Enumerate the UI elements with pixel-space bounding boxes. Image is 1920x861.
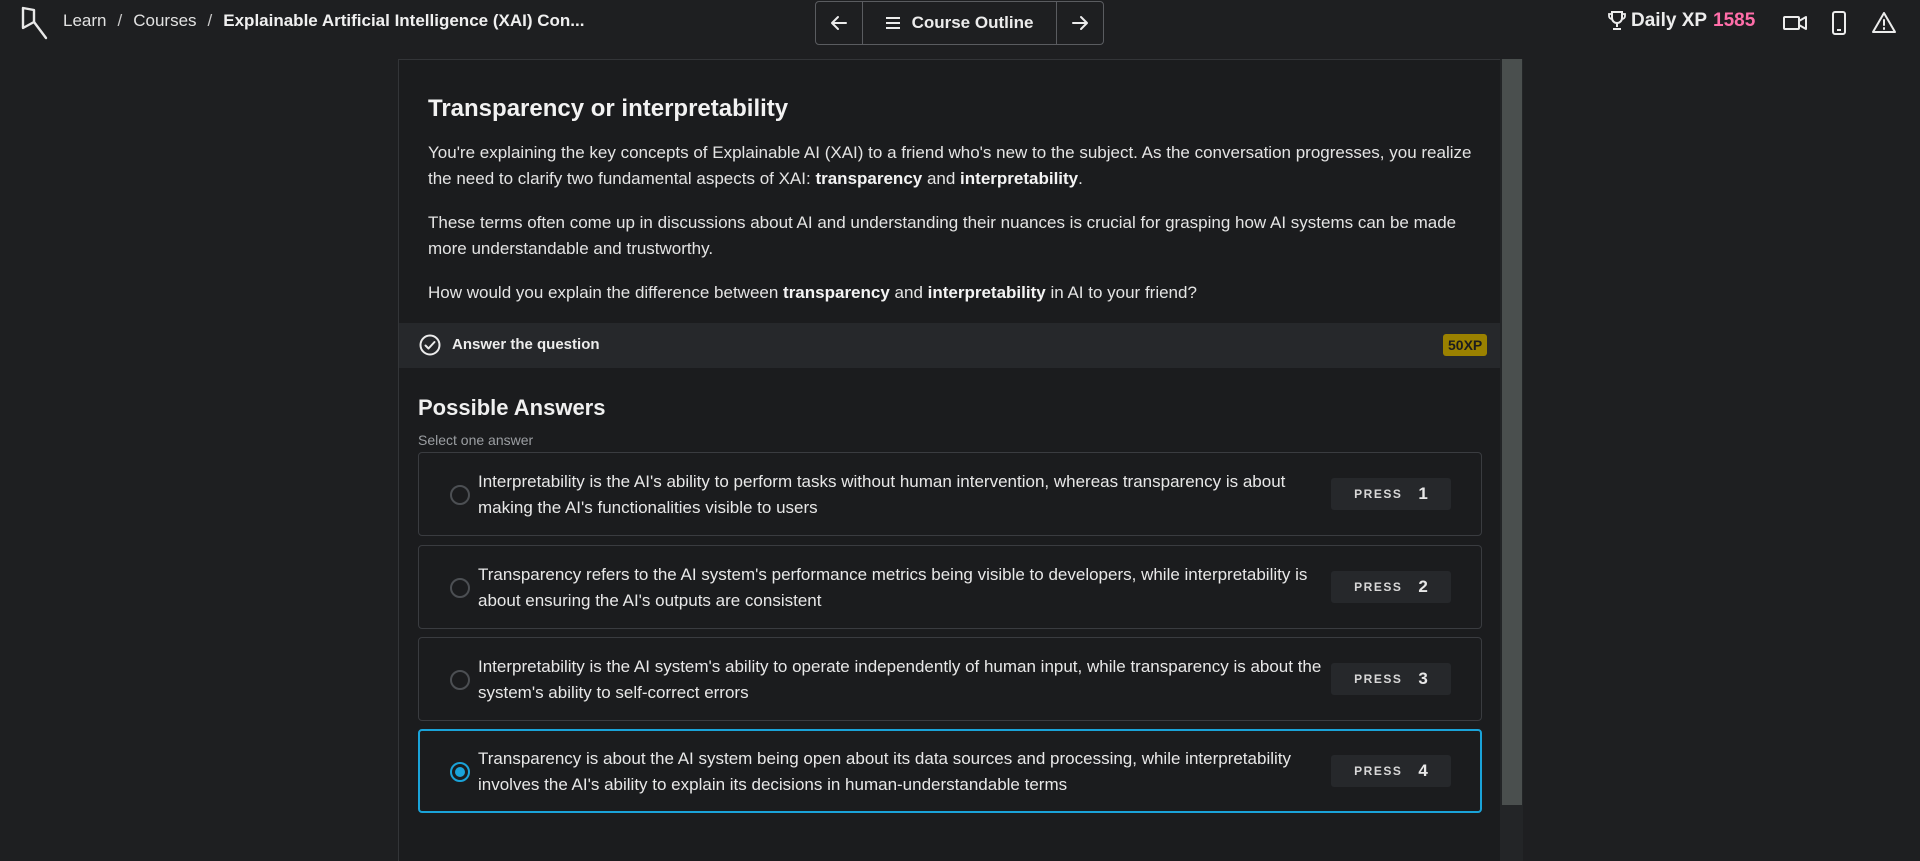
breadcrumb-separator: / xyxy=(207,11,213,30)
press-label: PRESS xyxy=(1354,580,1403,594)
radio-button-selected[interactable] xyxy=(450,762,470,782)
answer-option-1[interactable]: Interpretability is the AI's ability to … xyxy=(418,452,1482,536)
press-key: 1 xyxy=(1418,484,1428,503)
video-icon[interactable] xyxy=(1782,10,1808,36)
previous-exercise-button[interactable] xyxy=(816,2,862,44)
question-text: in AI to your friend? xyxy=(1045,283,1197,302)
exercise-title: Transparency or interpretability xyxy=(428,95,789,122)
breadcrumb-learn[interactable]: Learn xyxy=(63,11,106,31)
press-label: PRESS xyxy=(1354,487,1403,501)
breadcrumb-courses[interactable]: Courses xyxy=(133,11,196,31)
question-paragraph: How would you explain the difference bet… xyxy=(428,280,1478,306)
scrollbar-thumb[interactable] xyxy=(1502,59,1522,805)
press-label: PRESS xyxy=(1354,672,1403,686)
bold-term: interpretability xyxy=(960,169,1079,188)
arrow-right-icon xyxy=(1072,16,1088,30)
answer-text: Interpretability is the AI system's abil… xyxy=(478,657,1322,702)
course-outline-nav: Course Outline xyxy=(815,1,1104,45)
context-text: . xyxy=(1078,169,1083,188)
mobile-icon[interactable] xyxy=(1826,10,1852,36)
bold-term: transparency xyxy=(815,169,923,188)
next-exercise-button[interactable] xyxy=(1057,2,1103,44)
daily-xp[interactable]: Daily XP 1585 xyxy=(1607,10,1755,32)
course-outline-button[interactable]: Course Outline xyxy=(862,2,1057,44)
question-text: and xyxy=(889,283,928,302)
question-text: How would you explain the difference bet… xyxy=(428,283,784,302)
answer-text: Interpretability is the AI's ability to … xyxy=(478,472,1286,517)
context-paragraph-2: These terms often come up in discussions… xyxy=(428,213,1457,258)
daily-xp-label: Daily XP xyxy=(1631,10,1708,31)
logo-icon[interactable] xyxy=(20,6,50,40)
answer-option-4[interactable]: Transparency is about the AI system bein… xyxy=(418,729,1482,813)
alert-icon[interactable] xyxy=(1871,10,1897,36)
press-key: 2 xyxy=(1418,577,1428,596)
press-key-hint: PRESS 3 xyxy=(1331,663,1451,695)
context-paragraph-1: You're explaining the key concepts of Ex… xyxy=(428,140,1478,192)
radio-button[interactable] xyxy=(450,485,470,505)
arrow-left-icon xyxy=(831,16,847,30)
press-key: 3 xyxy=(1418,669,1428,688)
answer-text: Transparency is about the AI system bein… xyxy=(478,749,1291,794)
press-key-hint: PRESS 1 xyxy=(1331,478,1451,510)
bold-term: interpretability xyxy=(927,283,1046,302)
press-label: PRESS xyxy=(1354,764,1403,778)
press-key-hint: PRESS 2 xyxy=(1331,571,1451,603)
radio-button[interactable] xyxy=(450,670,470,690)
xp-badge: 50XP xyxy=(1443,334,1488,356)
trophy-icon xyxy=(1608,11,1626,30)
press-key-hint: PRESS 4 xyxy=(1331,755,1451,787)
context-text: and xyxy=(922,169,961,188)
task-label: Answer the question xyxy=(452,336,600,353)
answer-text: Transparency refers to the AI system's p… xyxy=(478,565,1308,610)
check-circle-icon xyxy=(419,334,441,356)
answer-option-2[interactable]: Transparency refers to the AI system's p… xyxy=(418,545,1482,629)
breadcrumb-separator: / xyxy=(117,11,123,30)
breadcrumb: Learn / Courses / Explainable Artificial… xyxy=(63,11,584,31)
daily-xp-value: 1585 xyxy=(1713,10,1756,31)
breadcrumb-current-course[interactable]: Explainable Artificial Intelligence (XAI… xyxy=(223,11,584,31)
bold-term: transparency xyxy=(783,283,890,302)
hamburger-icon xyxy=(885,17,900,29)
top-bar: Learn / Courses / Explainable Artificial… xyxy=(0,0,1920,46)
radio-button[interactable] xyxy=(450,578,470,598)
course-outline-label: Course Outline xyxy=(911,13,1034,32)
select-one-hint: Select one answer xyxy=(418,432,534,448)
possible-answers-title: Possible Answers xyxy=(418,395,606,420)
press-key: 4 xyxy=(1418,761,1428,780)
answer-option-3[interactable]: Interpretability is the AI system's abil… xyxy=(418,637,1482,721)
